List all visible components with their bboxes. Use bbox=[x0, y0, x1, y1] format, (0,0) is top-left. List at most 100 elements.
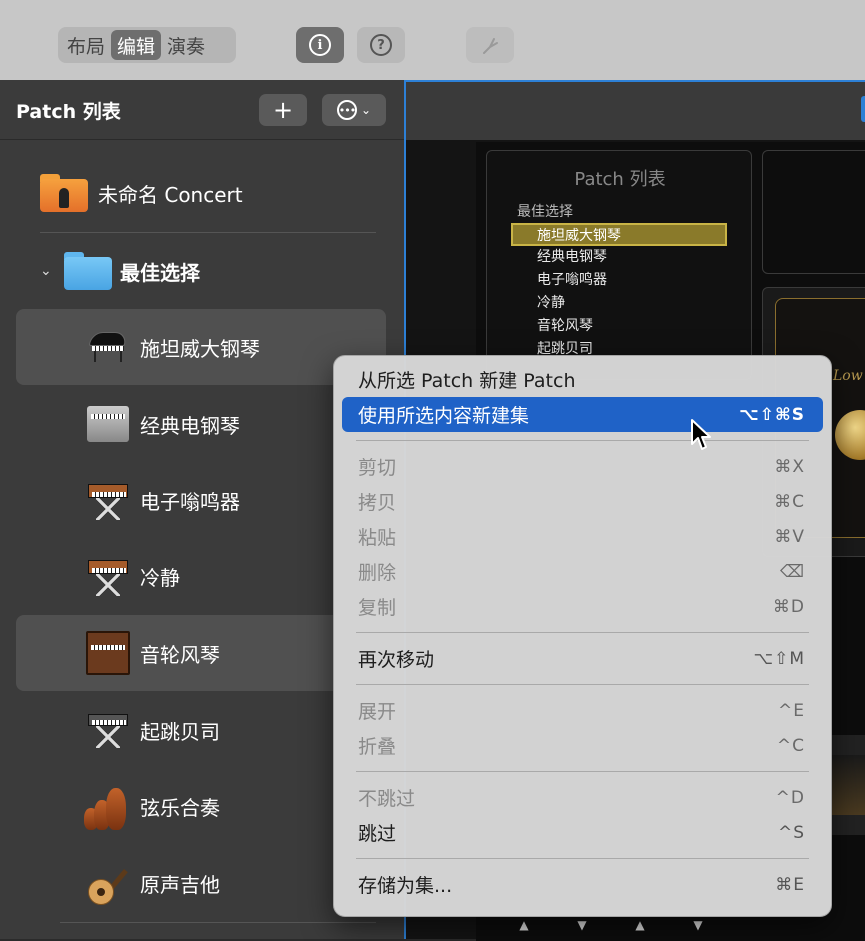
menu-item-label: 使用所选内容新建集 bbox=[358, 405, 530, 427]
more-options-button[interactable]: ••• ⌄ bbox=[322, 94, 386, 126]
arrow-up-icon[interactable]: ▲ bbox=[626, 918, 654, 932]
divider bbox=[40, 232, 376, 233]
menu-item-delete[interactable]: 删除 ⌫ bbox=[342, 554, 823, 589]
menu-item-label: 从所选 Patch 新建 Patch bbox=[358, 370, 576, 392]
strings-icon bbox=[84, 782, 132, 830]
patch-label: 经典电钢琴 bbox=[140, 413, 240, 438]
menu-item-skip[interactable]: 跳过 ^S bbox=[342, 815, 823, 850]
patch-item[interactable]: 原声吉他 bbox=[16, 845, 386, 921]
folder-icon bbox=[64, 252, 112, 290]
menu-item-new-set-from-selection[interactable]: 使用所选内容新建集 ⌥⇧⌘S bbox=[342, 397, 823, 432]
tuner-button[interactable] bbox=[466, 27, 514, 63]
widget-category: 最佳选择 bbox=[517, 204, 573, 220]
arrow-down-icon[interactable]: ▼ bbox=[568, 918, 596, 932]
patch-item[interactable]: 施坦威大钢琴 bbox=[16, 309, 386, 385]
electric-piano-icon bbox=[84, 400, 132, 448]
menu-separator bbox=[356, 684, 809, 685]
menu-separator bbox=[356, 440, 809, 441]
widget-item[interactable]: 经典电钢琴 bbox=[511, 246, 727, 269]
level-meter bbox=[830, 735, 865, 835]
grand-piano-icon bbox=[84, 323, 132, 371]
patch-item[interactable]: 音轮风琴 bbox=[16, 615, 386, 691]
menu-item-save-as-set[interactable]: 存储为集... ⌘E bbox=[342, 867, 823, 902]
menu-item-new-patch-from-selection[interactable]: 从所选 Patch 新建 Patch bbox=[342, 362, 823, 397]
menu-item-label: 拷贝 bbox=[358, 492, 397, 514]
stage-arrows: ▲ ▼ ▲ ▼ bbox=[510, 918, 712, 932]
low-label: Low bbox=[833, 368, 863, 384]
widget-items: 施坦威大钢琴 经典电钢琴 电子嗡鸣器 冷静 音轮风琴 起跳贝司 bbox=[511, 223, 727, 361]
menu-item-label: 删除 bbox=[358, 562, 397, 584]
menu-item-shortcut: ⌘D bbox=[772, 596, 805, 617]
patch-item[interactable]: 弦乐合奏 bbox=[16, 768, 386, 844]
widget-box bbox=[762, 150, 865, 274]
menu-item-shortcut: ⌘E bbox=[775, 874, 805, 895]
mouse-pointer-icon bbox=[691, 419, 711, 450]
widget-item[interactable]: 施坦威大钢琴 bbox=[511, 223, 727, 246]
widget-title: Patch 列表 bbox=[574, 169, 666, 190]
widget-item[interactable]: 电子嗡鸣器 bbox=[511, 269, 727, 292]
menu-item-copy[interactable]: 拷贝 ⌘C bbox=[342, 484, 823, 519]
segment-layout[interactable]: 布局 bbox=[61, 30, 111, 60]
add-patch-button[interactable]: + bbox=[259, 94, 307, 126]
patch-item[interactable]: 起跳贝司 bbox=[16, 692, 386, 768]
arrow-down-icon[interactable]: ▼ bbox=[684, 918, 712, 932]
toolbar: 布局 编辑 演奏 i ? bbox=[0, 0, 865, 80]
patch-list-widget: Patch 列表 最佳选择 施坦威大钢琴 经典电钢琴 电子嗡鸣器 冷静 音轮风琴… bbox=[486, 150, 752, 380]
disclosure-chevron-icon[interactable]: ⌄ bbox=[40, 263, 56, 279]
menu-item-shortcut: ⌘V bbox=[774, 526, 805, 547]
patch-label: 音轮风琴 bbox=[140, 642, 220, 667]
chevron-down-icon: ⌄ bbox=[360, 103, 372, 117]
menu-item-move-again[interactable]: 再次移动 ⌥⇧M bbox=[342, 641, 823, 676]
patch-label: 起跳贝司 bbox=[140, 719, 220, 744]
concert-row[interactable]: 未命名 Concert bbox=[40, 174, 243, 212]
menu-item-duplicate[interactable]: 复制 ⌘D bbox=[342, 589, 823, 624]
info-icon: i bbox=[309, 34, 331, 56]
menu-item-unskip[interactable]: 不跳过 ^D bbox=[342, 780, 823, 815]
patch-item[interactable]: 经典电钢琴 bbox=[16, 386, 386, 462]
menu-item-label: 折叠 bbox=[358, 736, 397, 758]
menu-item-shortcut: ^E bbox=[778, 700, 805, 721]
patch-item[interactable]: 冷静 bbox=[16, 538, 386, 614]
menu-item-shortcut: ⌘X bbox=[774, 456, 805, 477]
set-folder-row[interactable]: ⌄ 最佳选择 bbox=[40, 252, 200, 290]
menu-item-label: 再次移动 bbox=[358, 649, 435, 671]
menu-item-collapse[interactable]: 折叠 ^C bbox=[342, 728, 823, 763]
help-button[interactable]: ? bbox=[357, 27, 405, 63]
widget-item[interactable]: 冷静 bbox=[511, 292, 727, 315]
acoustic-guitar-icon bbox=[84, 859, 132, 907]
menu-item-paste[interactable]: 粘贴 ⌘V bbox=[342, 519, 823, 554]
arrow-up-icon[interactable]: ▲ bbox=[510, 918, 538, 932]
concert-folder-icon bbox=[40, 174, 88, 212]
patch-label: 施坦威大钢琴 bbox=[140, 336, 260, 361]
menu-item-label: 存储为集... bbox=[358, 875, 453, 897]
segment-perform[interactable]: 演奏 bbox=[161, 30, 211, 60]
patch-label: 弦乐合奏 bbox=[140, 795, 220, 820]
segment-edit[interactable]: 编辑 bbox=[111, 30, 162, 60]
menu-item-label: 跳过 bbox=[358, 823, 397, 845]
workspace-tab-indicator[interactable] bbox=[861, 96, 865, 122]
patch-label: 原声吉他 bbox=[140, 872, 220, 897]
menu-item-shortcut: ^C bbox=[776, 735, 805, 756]
ellipsis-icon: ••• bbox=[336, 100, 357, 120]
menu-item-shortcut: ⌫ bbox=[779, 561, 805, 582]
synth-icon bbox=[84, 552, 132, 600]
menu-item-label: 复制 bbox=[358, 597, 397, 619]
patch-label: 电子嗡鸣器 bbox=[140, 489, 240, 514]
view-mode-segmented-control: 布局 编辑 演奏 bbox=[58, 27, 236, 63]
info-button[interactable]: i bbox=[296, 27, 344, 63]
tuning-fork-icon bbox=[483, 38, 498, 54]
divider bbox=[60, 922, 376, 923]
menu-item-label: 展开 bbox=[358, 701, 397, 723]
patch-item[interactable]: 电子嗡鸣器 bbox=[16, 462, 386, 538]
menu-item-cut[interactable]: 剪切 ⌘X bbox=[342, 449, 823, 484]
context-menu: 从所选 Patch 新建 Patch 使用所选内容新建集 ⌥⇧⌘S 剪切 ⌘X … bbox=[333, 355, 832, 917]
workspace-topbar bbox=[406, 82, 865, 140]
sidebar-header: Patch 列表 + ••• ⌄ bbox=[0, 80, 404, 140]
menu-separator bbox=[356, 632, 809, 633]
synth-icon bbox=[84, 476, 132, 524]
concert-name: 未命名 Concert bbox=[98, 182, 243, 207]
menu-item-expand[interactable]: 展开 ^E bbox=[342, 693, 823, 728]
widget-item[interactable]: 音轮风琴 bbox=[511, 315, 727, 338]
set-folder-name: 最佳选择 bbox=[120, 260, 200, 285]
patch-label: 冷静 bbox=[140, 565, 180, 590]
